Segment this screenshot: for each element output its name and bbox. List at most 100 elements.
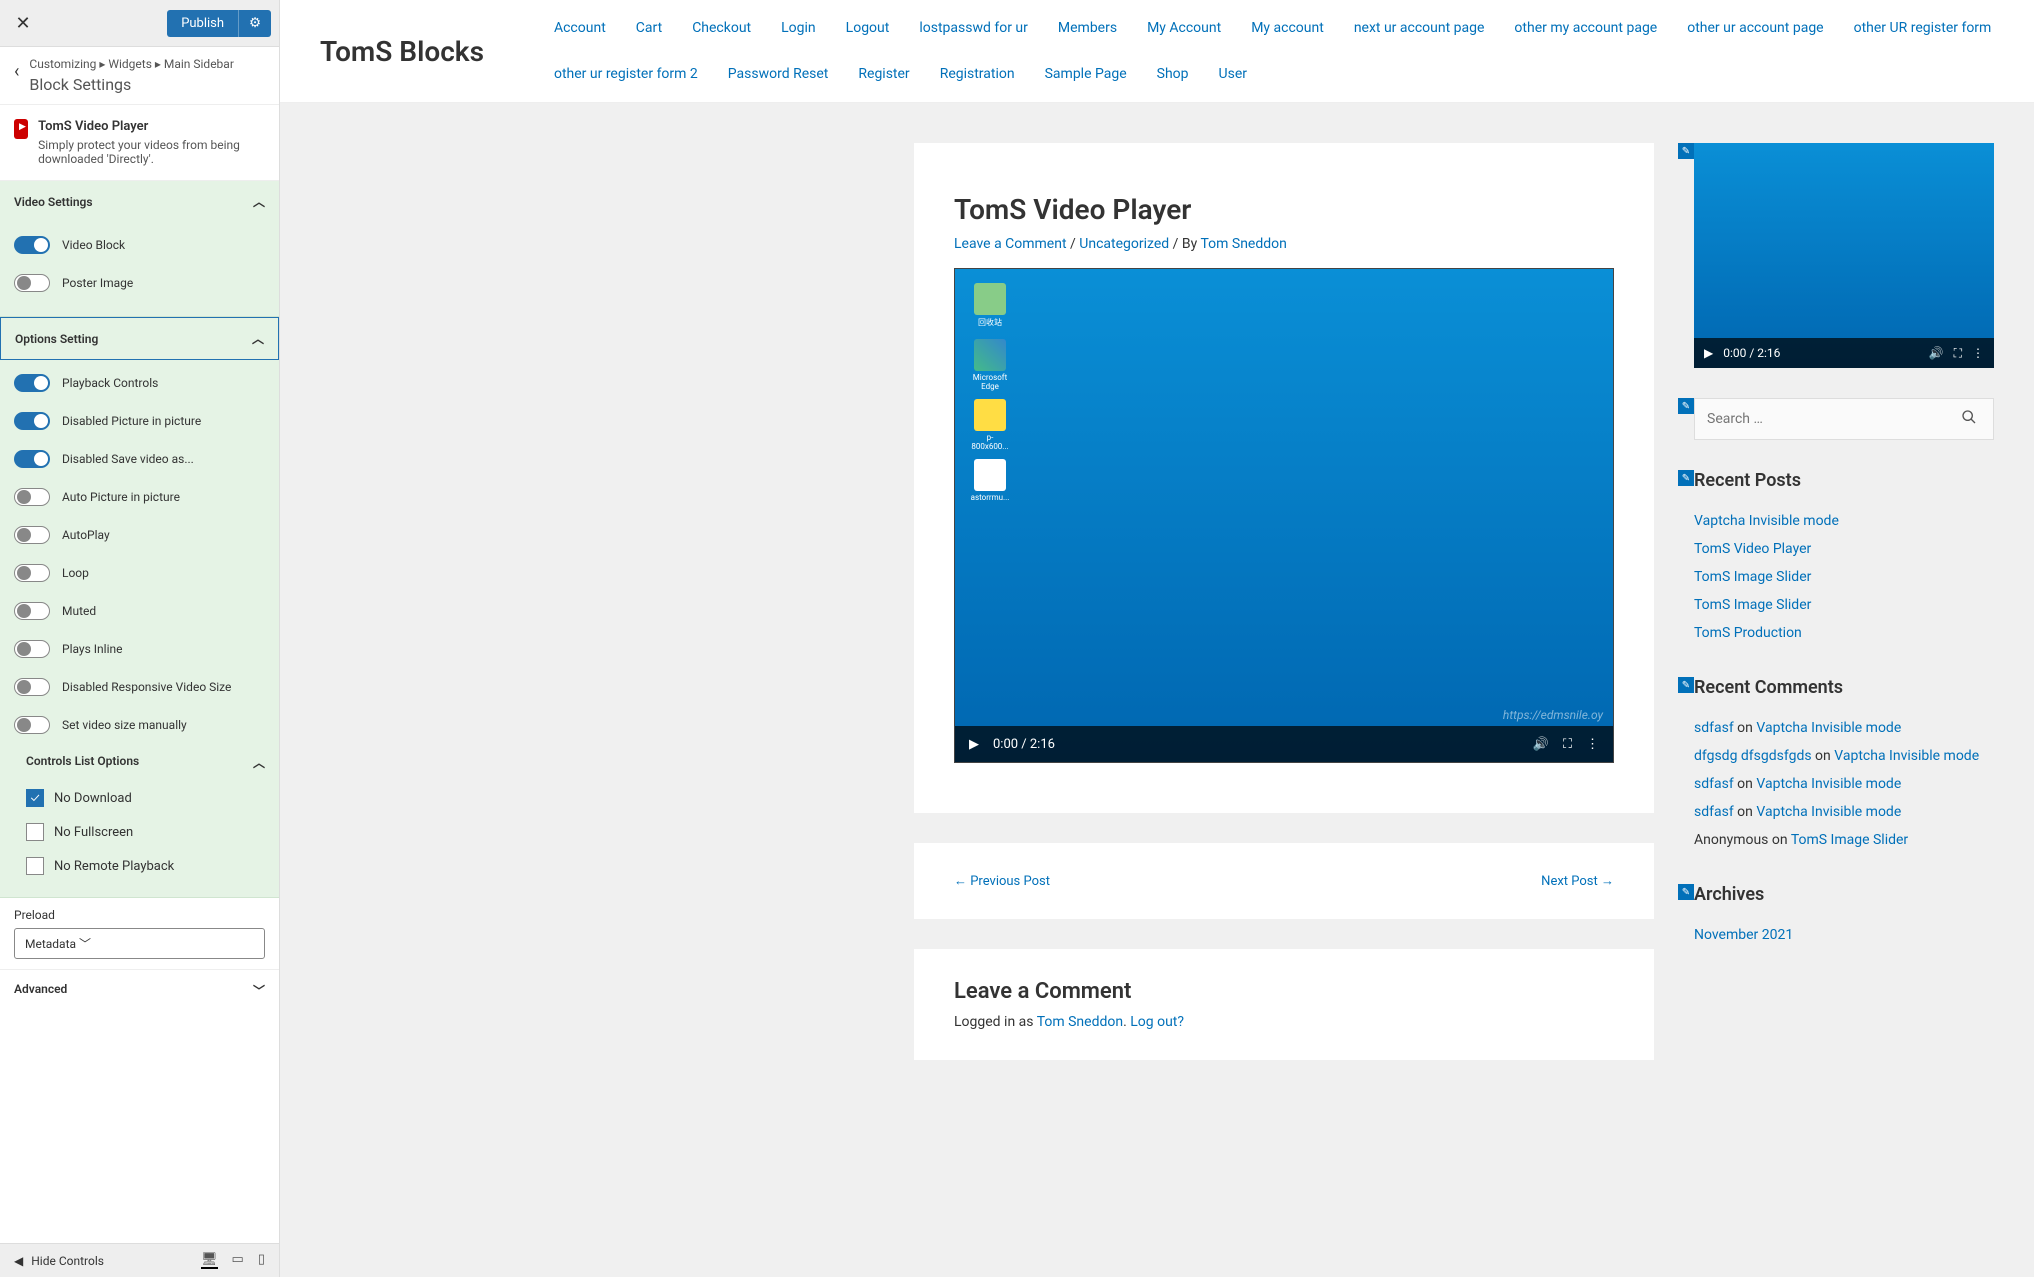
- toggle-switch[interactable]: [14, 488, 50, 506]
- search-widget: ✎: [1694, 398, 1994, 440]
- collapse-icon: ◀: [14, 1254, 23, 1268]
- more-options-button[interactable]: ⋮: [1586, 737, 1599, 752]
- edit-shortcut-icon[interactable]: ✎: [1678, 470, 1694, 486]
- search-button[interactable]: [1945, 399, 1993, 439]
- nav-link[interactable]: Registration: [940, 66, 1015, 82]
- toggle-switch[interactable]: [14, 374, 50, 392]
- toggle-switch[interactable]: [14, 450, 50, 468]
- nav-link[interactable]: other ur account page: [1687, 20, 1823, 36]
- hide-controls-button[interactable]: ◀ Hide Controls: [14, 1254, 104, 1268]
- nav-link[interactable]: Register: [858, 66, 909, 82]
- content-area: TomS Video Player Leave a Comment / Unca…: [280, 103, 2034, 1100]
- checkbox[interactable]: ✓: [26, 789, 44, 807]
- nav-link[interactable]: Checkout: [692, 20, 751, 36]
- nav-link[interactable]: Password Reset: [728, 66, 829, 82]
- toggle-switch[interactable]: [14, 716, 50, 734]
- toggle-switch[interactable]: [14, 602, 50, 620]
- preload-select[interactable]: Metadata ﹀: [14, 928, 265, 959]
- comment-post-link[interactable]: Vaptcha Invisible mode: [1756, 720, 1901, 736]
- play-button[interactable]: ▶: [969, 737, 979, 752]
- options-setting-header[interactable]: Options Setting ︿: [0, 317, 279, 360]
- nav-link[interactable]: other my account page: [1514, 20, 1657, 36]
- publish-button[interactable]: Publish: [167, 10, 238, 37]
- comment-post-link[interactable]: Vaptcha Invisible mode: [1756, 776, 1901, 792]
- leave-comment-link[interactable]: Leave a Comment: [954, 236, 1067, 252]
- block-info: TomS Video Player Simply protect your vi…: [0, 105, 279, 181]
- comment-section: Leave a Comment Logged in as Tom Sneddon…: [914, 949, 1654, 1060]
- subsection-title: Controls List Options: [26, 754, 139, 771]
- publish-settings-button[interactable]: ⚙: [238, 10, 271, 37]
- category-link[interactable]: Uncategorized: [1079, 236, 1169, 252]
- comment-author-link[interactable]: sdfasf: [1694, 804, 1734, 820]
- nav-link[interactable]: next ur account page: [1354, 20, 1485, 36]
- archive-link[interactable]: November 2021: [1694, 927, 1793, 943]
- advanced-section-header[interactable]: Advanced ﹀: [0, 969, 279, 1011]
- edit-shortcut-icon[interactable]: ✎: [1678, 398, 1694, 414]
- toggle-switch[interactable]: [14, 526, 50, 544]
- customizer-sidebar: ✕ Publish ⚙ ‹ Customizing ▸ Widgets ▸ Ma…: [0, 0, 280, 1277]
- main-video-player[interactable]: 回收站 Microsoft Edge p-800x600... astorrmu…: [954, 268, 1614, 763]
- sidebar-video-player[interactable]: ▶ 0:00 / 2:16 🔊 ⛶ ⋮: [1694, 143, 1994, 368]
- comment-post-link[interactable]: Vaptcha Invisible mode: [1756, 804, 1901, 820]
- checkbox[interactable]: [26, 857, 44, 875]
- back-button[interactable]: ‹: [14, 57, 19, 82]
- nav-link[interactable]: Shop: [1157, 66, 1189, 82]
- previous-post-link[interactable]: ← Previous Post: [954, 873, 1050, 889]
- nav-link[interactable]: Login: [781, 20, 816, 36]
- edit-shortcut-icon[interactable]: ✎: [1678, 677, 1694, 693]
- toggle-switch[interactable]: [14, 564, 50, 582]
- toggle-switch[interactable]: [14, 274, 50, 292]
- post-link[interactable]: TomS Image Slider: [1694, 569, 1811, 585]
- toggle-label: Auto Picture in picture: [62, 490, 180, 504]
- controls-list-header[interactable]: Controls List Options ︿: [26, 744, 265, 781]
- desktop-preview-icon[interactable]: 🖥: [201, 1252, 218, 1269]
- nav-link[interactable]: User: [1219, 66, 1247, 82]
- post-link[interactable]: TomS Production: [1694, 625, 1802, 641]
- nav-link[interactable]: other UR register form: [1854, 20, 1992, 36]
- nav-link[interactable]: My account: [1251, 20, 1324, 36]
- nav-link[interactable]: My Account: [1147, 20, 1221, 36]
- post-link[interactable]: Vaptcha Invisible mode: [1694, 513, 1839, 529]
- play-button[interactable]: ▶: [1704, 346, 1713, 360]
- next-post-link[interactable]: Next Post →: [1541, 873, 1614, 889]
- comment-post-link[interactable]: Vaptcha Invisible mode: [1834, 748, 1979, 764]
- site-title[interactable]: TomS Blocks: [280, 35, 524, 68]
- edit-shortcut-icon[interactable]: ✎: [1678, 884, 1694, 900]
- video-settings-header[interactable]: Video Settings ︿: [0, 181, 279, 222]
- post-link[interactable]: TomS Image Slider: [1694, 597, 1811, 613]
- toggle-switch[interactable]: [14, 412, 50, 430]
- toggle-switch[interactable]: [14, 236, 50, 254]
- comment-author-link[interactable]: sdfasf: [1694, 720, 1734, 736]
- fullscreen-button[interactable]: ⛶: [1954, 346, 1962, 361]
- logout-link[interactable]: Log out?: [1130, 1014, 1184, 1030]
- author-link[interactable]: Tom Sneddon: [1200, 236, 1286, 252]
- toggle-label: Video Block: [62, 238, 125, 252]
- nav-link[interactable]: Account: [554, 20, 606, 36]
- post-link[interactable]: TomS Video Player: [1694, 541, 1811, 557]
- nav-link[interactable]: Members: [1058, 20, 1117, 36]
- nav-link[interactable]: lostpasswd for ur: [919, 20, 1028, 36]
- comment-author-link[interactable]: dfgsdg dfsgdsfgds: [1694, 748, 1812, 764]
- close-button[interactable]: ✕: [8, 8, 38, 38]
- nav-link[interactable]: Sample Page: [1045, 66, 1127, 82]
- nav-link[interactable]: Cart: [636, 20, 662, 36]
- comment-author-plain: Anonymous: [1694, 832, 1768, 848]
- preload-label: Preload: [14, 908, 265, 922]
- profile-link[interactable]: Tom Sneddon: [1037, 1014, 1123, 1030]
- search-input[interactable]: [1695, 399, 1945, 439]
- toggle-switch[interactable]: [14, 640, 50, 658]
- more-options-button[interactable]: ⋮: [1972, 346, 1984, 360]
- comment-post-link[interactable]: TomS Image Slider: [1791, 832, 1908, 848]
- checkbox[interactable]: [26, 823, 44, 841]
- toggle-switch[interactable]: [14, 678, 50, 696]
- mobile-preview-icon[interactable]: ▯: [258, 1252, 265, 1269]
- nav-link[interactable]: other ur register form 2: [554, 66, 698, 82]
- nav-link[interactable]: Logout: [846, 20, 890, 36]
- comment-author-link[interactable]: sdfasf: [1694, 776, 1734, 792]
- edit-shortcut-icon[interactable]: ✎: [1678, 143, 1694, 159]
- toggle-label: Disabled Save video as...: [62, 452, 194, 466]
- tablet-preview-icon[interactable]: ▭: [232, 1252, 244, 1269]
- volume-button[interactable]: 🔊: [1533, 737, 1549, 752]
- volume-button[interactable]: 🔊: [1929, 346, 1944, 360]
- fullscreen-button[interactable]: ⛶: [1563, 737, 1572, 752]
